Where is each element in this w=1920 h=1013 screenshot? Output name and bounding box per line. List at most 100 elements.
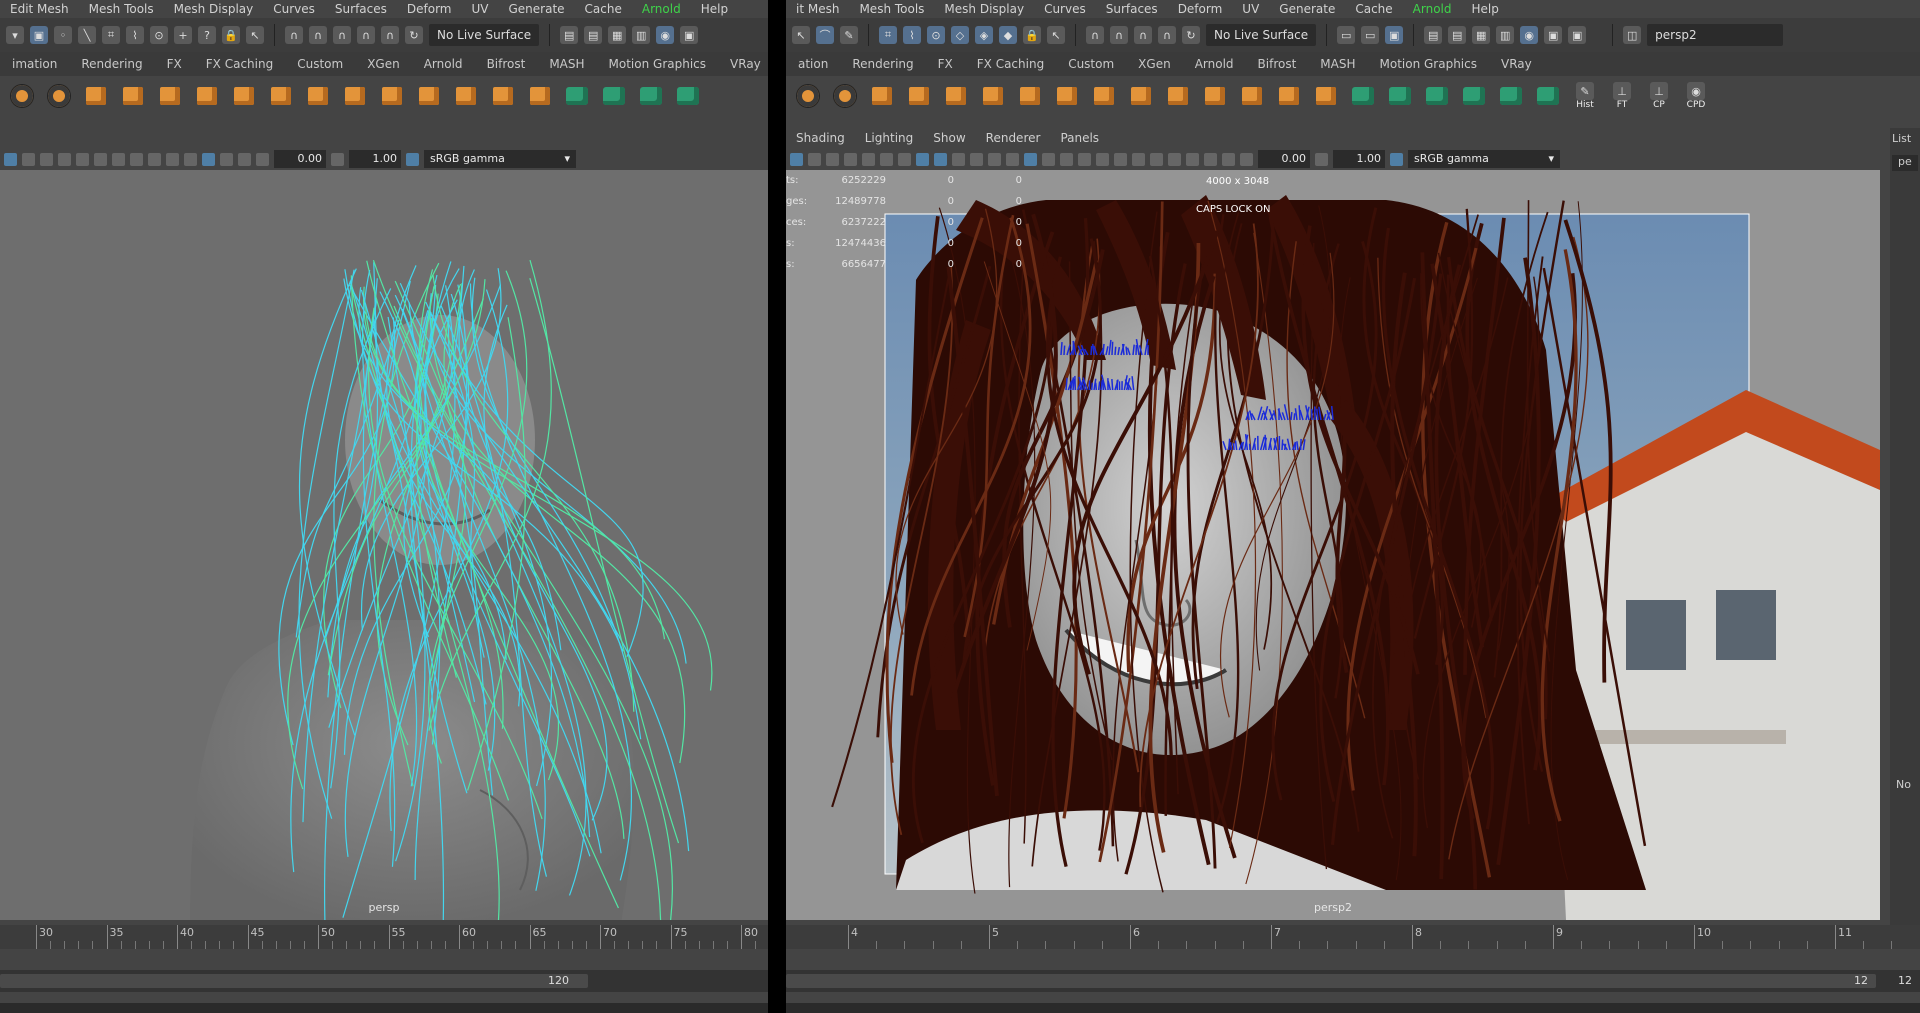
- command-line[interactable]: [0, 1003, 768, 1013]
- safe-action-icon[interactable]: [970, 152, 983, 166]
- color-management-icon[interactable]: [406, 152, 419, 166]
- shelf-tool-icon[interactable]: [1127, 82, 1155, 110]
- tab-rendering[interactable]: Rendering: [69, 57, 154, 71]
- render-icon[interactable]: ▤: [560, 26, 579, 44]
- range-end-value[interactable]: 120: [548, 974, 569, 987]
- toolbar-icon[interactable]: [1168, 152, 1181, 166]
- tab-bifrost[interactable]: Bifrost: [1246, 57, 1309, 71]
- shelf-tool-icon[interactable]: [1423, 82, 1451, 110]
- menu-deform[interactable]: Deform: [1168, 2, 1233, 16]
- safe-title-icon[interactable]: [988, 152, 1001, 166]
- wireframe-icon[interactable]: [1006, 152, 1019, 166]
- shelf-tool-icon[interactable]: [193, 82, 221, 110]
- tab-rendering[interactable]: Rendering: [840, 57, 925, 71]
- viewport-persp[interactable]: persp: [0, 170, 768, 920]
- tab-custom[interactable]: Custom: [1056, 57, 1126, 71]
- shelf-tool-icon[interactable]: [942, 82, 970, 110]
- snap-curve-icon[interactable]: ⌇: [126, 26, 144, 44]
- shelf-tool-icon[interactable]: [378, 82, 406, 110]
- shelf-tool-icon[interactable]: [1386, 82, 1414, 110]
- viewport-persp2[interactable]: ts: 6252229 0 0 ges: 12489778 0 0 ces: 6237222 0 0 s…: [786, 170, 1880, 920]
- menu-help[interactable]: Help: [691, 2, 738, 16]
- range-slider[interactable]: 120: [0, 970, 768, 992]
- magnet-icon[interactable]: ∩: [1158, 26, 1176, 44]
- range-end-value[interactable]: 12: [1854, 974, 1868, 987]
- ipr-icon[interactable]: ▦: [1472, 26, 1491, 44]
- shelf-tool-icon[interactable]: [489, 82, 517, 110]
- shelf-tool-icon[interactable]: [230, 82, 258, 110]
- magnet-icon[interactable]: ∩: [309, 26, 327, 44]
- ft-shelf-button[interactable]: ⊥ FT: [1608, 82, 1636, 110]
- tab-vray[interactable]: VRay: [1489, 57, 1544, 71]
- magnet-icon[interactable]: ∩: [381, 26, 399, 44]
- snap-live-icon[interactable]: ◆: [999, 26, 1017, 44]
- light-icon[interactable]: [76, 152, 89, 166]
- select-component-icon[interactable]: ◦: [54, 26, 72, 44]
- hypershade-icon[interactable]: ◉: [656, 26, 675, 44]
- render-icon[interactable]: ▤: [1448, 26, 1467, 44]
- output-icon[interactable]: ▭: [1361, 26, 1380, 44]
- menu-arnold[interactable]: Arnold: [1403, 2, 1462, 16]
- range-edge-value[interactable]: 12: [1898, 974, 1912, 987]
- add-icon[interactable]: +: [174, 26, 192, 44]
- gamma-field[interactable]: 1.00: [349, 150, 401, 168]
- tab-mash[interactable]: MASH: [537, 57, 596, 71]
- snap-surface-icon[interactable]: ◈: [975, 26, 993, 44]
- toolbar-icon[interactable]: [826, 152, 839, 166]
- shelf-tool-icon[interactable]: [119, 82, 147, 110]
- tab-fx[interactable]: FX: [926, 57, 965, 71]
- menu-edit-mesh[interactable]: Edit Mesh: [0, 2, 79, 16]
- paint-tool-icon[interactable]: ✎: [840, 26, 858, 44]
- menu-mesh-display[interactable]: Mesh Display: [934, 2, 1034, 16]
- shelf-tool-icon[interactable]: [267, 82, 295, 110]
- command-line[interactable]: [786, 1003, 1920, 1013]
- tab-arnold[interactable]: Arnold: [412, 57, 475, 71]
- arnold-render-icon[interactable]: ▣: [1568, 26, 1587, 44]
- menu-surfaces[interactable]: Surfaces: [1096, 2, 1168, 16]
- shelf-tool-icon[interactable]: [1349, 82, 1377, 110]
- snap-point-icon[interactable]: ⊙: [927, 26, 945, 44]
- toolbar-icon[interactable]: [148, 152, 161, 166]
- magnet-icon[interactable]: ∩: [357, 26, 375, 44]
- line-tool-icon[interactable]: ╲: [78, 26, 96, 44]
- hypershade-icon[interactable]: ◉: [1520, 26, 1539, 44]
- exposure-icon[interactable]: [1240, 152, 1253, 166]
- shelf-tool-icon[interactable]: [415, 82, 443, 110]
- camera-icon[interactable]: [4, 152, 17, 166]
- input-icon[interactable]: ▭: [1337, 26, 1356, 44]
- tab-arnold[interactable]: Arnold: [1183, 57, 1246, 71]
- select-object-icon[interactable]: ▣: [30, 26, 48, 44]
- toolbar-icon[interactable]: [862, 152, 875, 166]
- range-slider[interactable]: 12 12: [786, 970, 1920, 992]
- exposure-field[interactable]: 0.00: [274, 150, 326, 168]
- toolbar-icon[interactable]: [112, 152, 125, 166]
- render-icon[interactable]: ▤: [1424, 26, 1443, 44]
- field-chart-icon[interactable]: [952, 152, 965, 166]
- cursor-icon[interactable]: ↖: [1047, 26, 1065, 44]
- tab-ation[interactable]: ation: [786, 57, 840, 71]
- magnet-icon[interactable]: ∩: [1086, 26, 1104, 44]
- lasso-tool-icon[interactable]: ⌒: [816, 26, 834, 44]
- menu-curves[interactable]: Curves: [263, 2, 325, 16]
- cp-shelf-button[interactable]: ⊥ CP: [1645, 82, 1673, 110]
- panel-menu-renderer[interactable]: Renderer: [976, 131, 1051, 145]
- range-slot[interactable]: [0, 974, 588, 988]
- live-surface-field[interactable]: No Live Surface: [429, 24, 540, 46]
- magnet-icon[interactable]: ∩: [285, 26, 303, 44]
- shadow-icon[interactable]: [1096, 152, 1109, 166]
- render-icon[interactable]: ▤: [584, 26, 603, 44]
- tab-vray[interactable]: VRay: [718, 57, 768, 71]
- shelf-tool-icon[interactable]: [868, 82, 896, 110]
- menu-generate[interactable]: Generate: [499, 2, 575, 16]
- menu-deform[interactable]: Deform: [397, 2, 462, 16]
- arnold-render-icon[interactable]: ▣: [680, 26, 699, 44]
- tab-fx[interactable]: FX: [155, 57, 194, 71]
- shelf-tool-icon[interactable]: [1275, 82, 1303, 110]
- history-icon[interactable]: ↻: [1182, 26, 1200, 44]
- snap-view-icon[interactable]: ◇: [951, 26, 969, 44]
- menu-mesh-tools[interactable]: Mesh Tools: [849, 2, 934, 16]
- time-slider[interactable]: 4 5 6 7 8 9 10 11: [786, 925, 1920, 949]
- tab-xgen[interactable]: XGen: [355, 57, 412, 71]
- toolbar-icon[interactable]: [40, 152, 53, 166]
- toolbar-icon[interactable]: [1042, 152, 1055, 166]
